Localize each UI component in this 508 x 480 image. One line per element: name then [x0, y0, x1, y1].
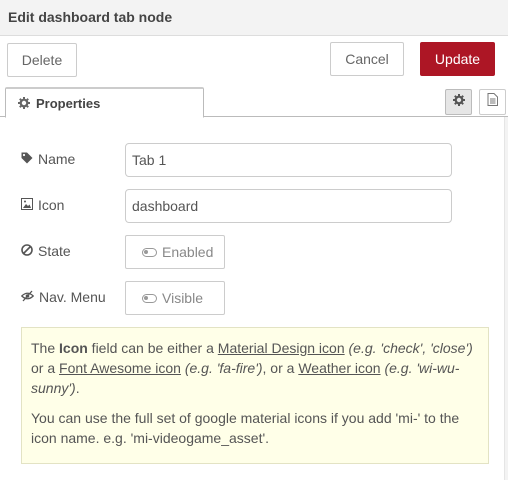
tab-properties-label: Properties	[36, 96, 101, 111]
dialog-header: Edit dashboard tab node	[0, 0, 508, 36]
tag-icon	[21, 151, 33, 167]
state-value: Enabled	[162, 244, 214, 260]
toggle-icon	[142, 293, 157, 303]
material-design-link[interactable]: Material Design icon	[218, 340, 345, 356]
nav-menu-label: Nav. Menu	[39, 289, 106, 305]
name-input[interactable]	[125, 143, 452, 177]
tip-icon-word: Icon	[59, 340, 88, 356]
state-toggle-button[interactable]: Enabled	[125, 235, 225, 269]
name-label: Name	[38, 151, 76, 167]
scrollbar[interactable]	[504, 117, 508, 480]
icon-label: Icon	[38, 197, 65, 213]
icon-input[interactable]	[125, 189, 452, 223]
delete-button[interactable]: Delete	[7, 43, 77, 77]
toggle-icon	[142, 247, 157, 257]
dialog-title: Edit dashboard tab node	[8, 9, 173, 25]
nav-menu-label-row: Nav. Menu	[20, 289, 106, 305]
state-label-row: State	[21, 243, 71, 259]
document-icon	[487, 93, 498, 111]
cancel-button[interactable]: Cancel	[330, 42, 404, 76]
nav-menu-toggle-button[interactable]: Visible	[125, 281, 225, 315]
update-button[interactable]: Update	[420, 42, 495, 76]
settings-tab[interactable]	[445, 89, 472, 115]
icon-label-row: Icon	[21, 197, 64, 213]
gear-icon	[452, 93, 465, 111]
font-awesome-link[interactable]: Font Awesome icon	[59, 360, 181, 376]
name-label-row: Name	[21, 151, 75, 167]
icon-help-tip: The Icon field can be either a Material …	[21, 327, 489, 464]
gear-icon	[18, 96, 30, 114]
image-icon	[21, 197, 33, 213]
ban-icon	[21, 243, 33, 259]
nav-menu-value: Visible	[162, 290, 203, 306]
info-tab[interactable]	[479, 89, 506, 115]
weather-icon-link[interactable]: Weather icon	[298, 360, 380, 376]
tab-properties[interactable]: Properties	[5, 87, 204, 118]
state-label: State	[38, 243, 71, 259]
tip-paragraph-1: The Icon field can be either a Material …	[31, 340, 473, 396]
eye-slash-icon	[20, 289, 35, 305]
tip-paragraph-2: You can use the full set of google mater…	[31, 410, 460, 446]
tab-bar: Properties	[0, 83, 508, 118]
